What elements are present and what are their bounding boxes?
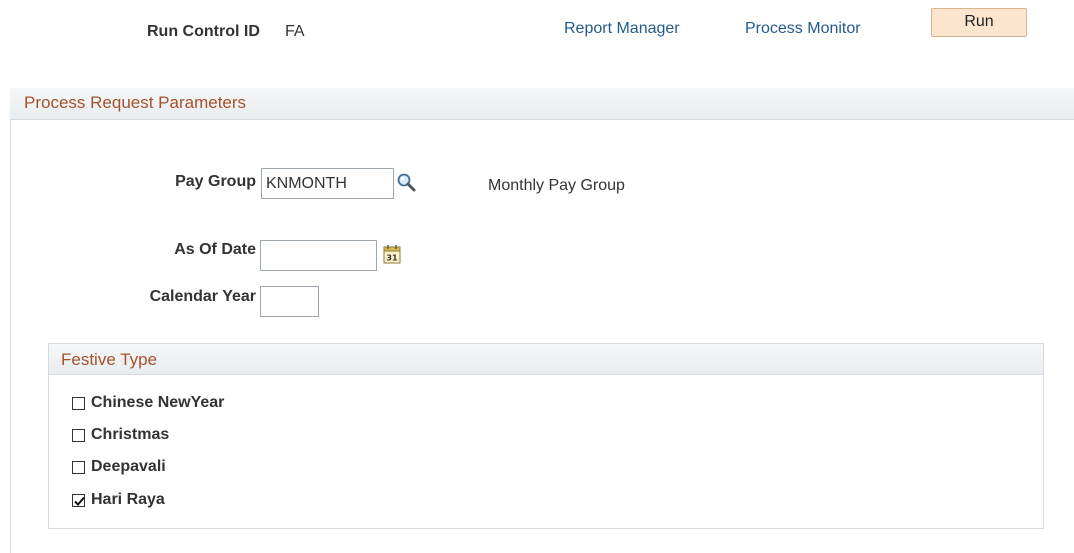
festive-option-chinese-newyear[interactable]: Chinese NewYear (72, 393, 224, 413)
as-of-date-label: As Of Date (174, 241, 256, 258)
checkbox-label: Deepavali (91, 458, 166, 475)
checkbox[interactable] (72, 460, 85, 474)
festive-option-christmas[interactable]: Christmas (72, 425, 169, 445)
process-monitor-link[interactable]: Process Monitor (745, 20, 861, 38)
lookup-icon[interactable] (396, 172, 416, 192)
checkbox[interactable] (72, 396, 85, 410)
as-of-date-input[interactable] (260, 240, 377, 271)
checkbox[interactable] (72, 428, 85, 442)
checkbox[interactable] (72, 493, 85, 507)
run-control-id-value: FA (285, 23, 305, 40)
festive-type-title: Festive Type (61, 350, 158, 369)
festive-type-header (48, 343, 1044, 375)
calendar-year-input[interactable] (260, 286, 319, 317)
run-control-page: Run Control ID FA Report Manager Process… (0, 0, 1074, 553)
report-manager-link[interactable]: Report Manager (564, 20, 680, 38)
calendar-icon[interactable]: 31 (383, 244, 401, 264)
pay-group-label: Pay Group (175, 173, 256, 190)
process-request-title: Process Request Parameters (24, 93, 247, 112)
run-button[interactable]: Run (931, 8, 1027, 37)
festive-option-hari-raya[interactable]: Hari Raya (72, 490, 165, 510)
festive-option-deepavali[interactable]: Deepavali (72, 457, 166, 477)
run-control-id-label: Run Control ID (147, 23, 260, 40)
checkbox-label: Chinese NewYear (91, 394, 225, 411)
pay-group-input[interactable] (261, 168, 394, 199)
checkbox-label: Hari Raya (91, 491, 165, 508)
svg-text:31: 31 (386, 254, 398, 263)
checkmark-icon (74, 496, 85, 506)
checkbox-label: Christmas (91, 426, 170, 443)
pay-group-description: Monthly Pay Group (488, 177, 625, 194)
calendar-year-label: Calendar Year (149, 288, 256, 305)
